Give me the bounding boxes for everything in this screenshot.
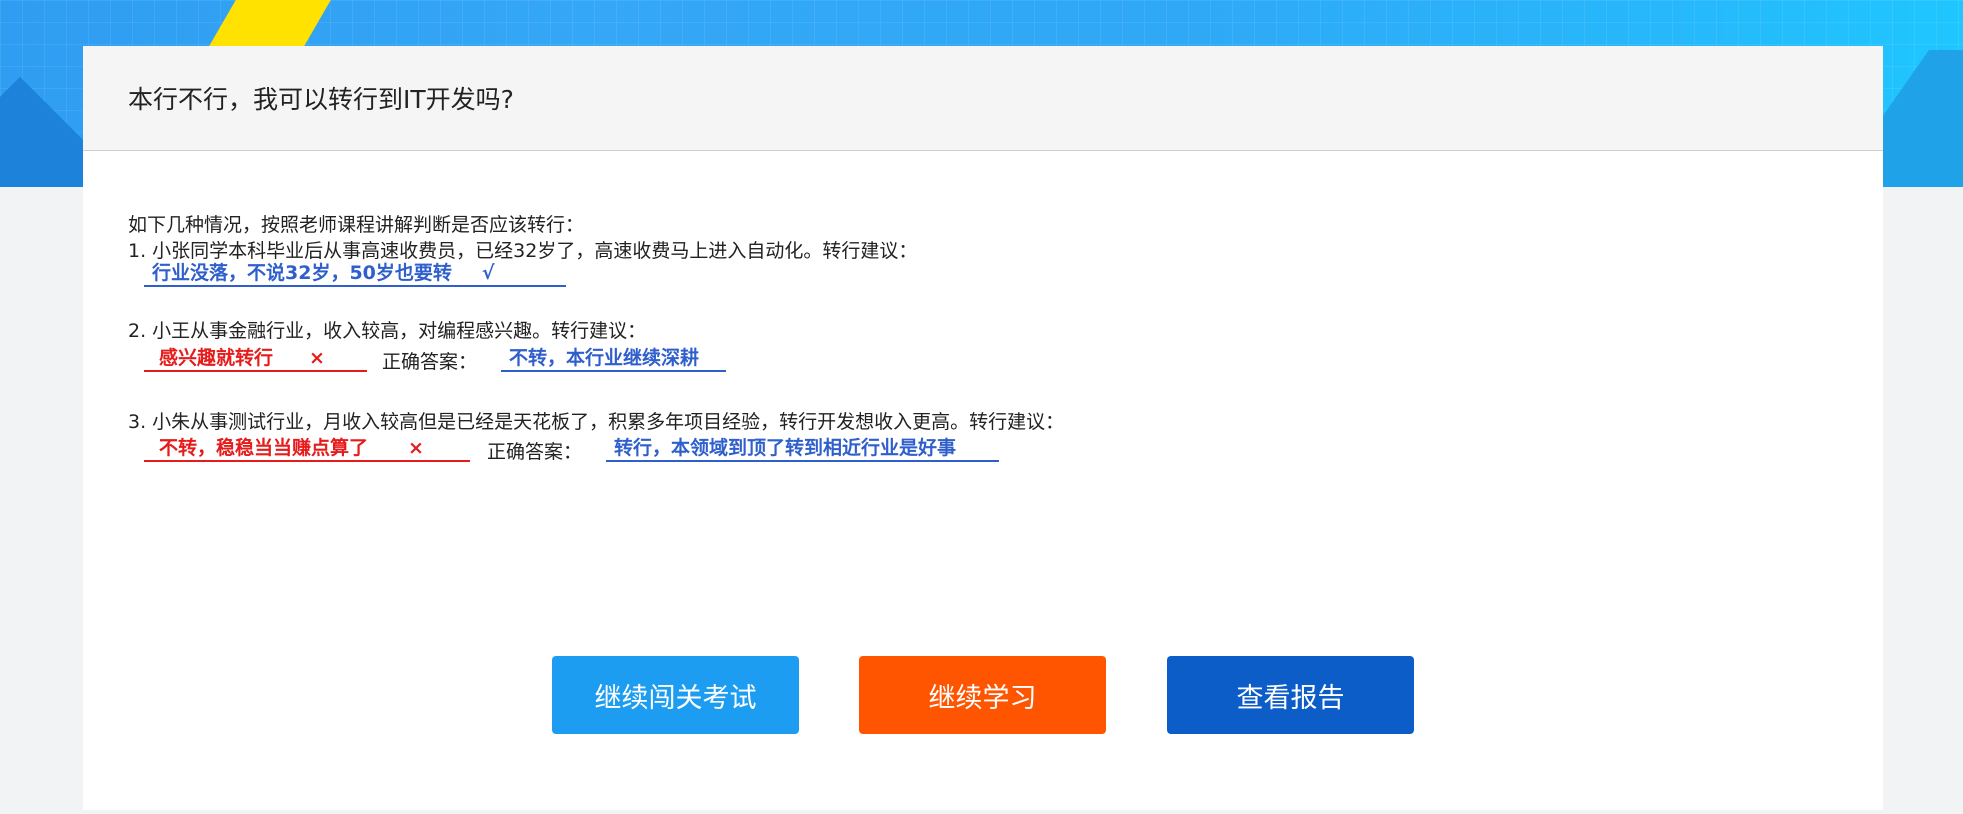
- wrong-cross-icon: ×: [309, 347, 325, 369]
- question-item-3-correct-answer: 转行，本领域到顶了转到相近行业是好事: [606, 436, 999, 462]
- question-item-3-text: 3. 小朱从事测试行业，月收入较高但是已经是天花板了，积累多年项目经验，转行开发…: [128, 411, 1065, 433]
- continue-study-button[interactable]: 继续学习: [859, 656, 1106, 734]
- correct-check-icon: √: [481, 262, 495, 284]
- question-item-1-answer-text: 行业没落，不说32岁，50岁也要转: [152, 262, 452, 284]
- view-report-button[interactable]: 查看报告: [1167, 656, 1414, 734]
- question-item-2-correct-label: 正确答案：: [382, 351, 478, 373]
- card-header: 本行不行，我可以转行到IT开发吗?: [83, 46, 1883, 151]
- question-item-2-text: 2. 小王从事金融行业，收入较高，对编程感兴趣。转行建议：: [128, 320, 647, 342]
- continue-exam-button[interactable]: 继续闯关考试: [552, 656, 799, 734]
- question-item-2-answer: 感兴趣就转行 ×: [144, 346, 367, 372]
- question-item-1-answer: 行业没落，不说32岁，50岁也要转 √: [144, 261, 566, 287]
- question-item-2-correct-answer: 不转，本行业继续深耕: [501, 346, 726, 372]
- question-item-3-correct-label: 正确答案：: [487, 441, 583, 463]
- question-item-1-text: 1. 小张同学本科毕业后从事高速收费员，已经32岁了，高速收费马上进入自动化。转…: [128, 240, 918, 262]
- question-item-3-answer-text: 不转，稳稳当当赚点算了: [159, 437, 369, 459]
- question-item-2-answer-text: 感兴趣就转行: [159, 347, 274, 369]
- question-intro: 如下几种情况，按照老师课程讲解判断是否应该转行：: [128, 214, 585, 236]
- wrong-cross-icon: ×: [408, 437, 424, 459]
- page-title: 本行不行，我可以转行到IT开发吗?: [128, 85, 514, 114]
- question-item-3-answer: 不转，稳稳当当赚点算了 ×: [144, 436, 470, 462]
